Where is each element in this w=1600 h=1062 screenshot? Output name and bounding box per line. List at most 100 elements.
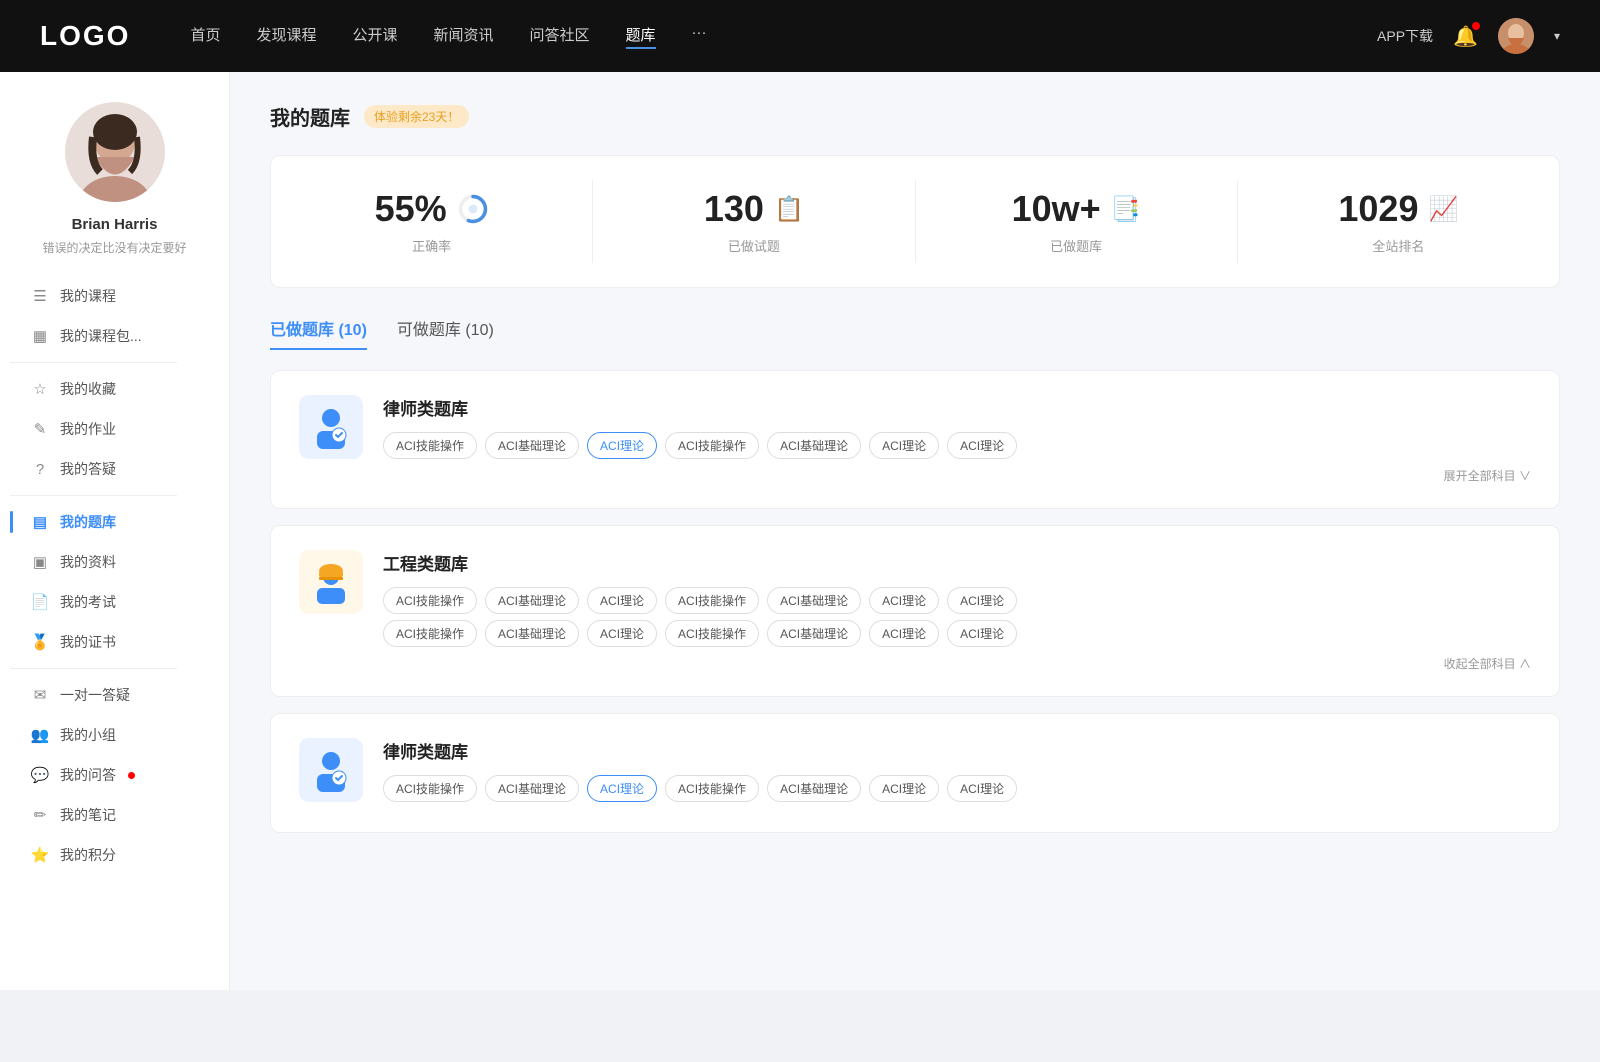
- lawyer-icon-wrap: [299, 395, 363, 459]
- sidebar-divider-3: [10, 668, 177, 669]
- qbank-icon: ▤: [30, 513, 50, 531]
- sidebar-item-points[interactable]: ⭐ 我的积分: [10, 835, 219, 875]
- tag[interactable]: ACI技能操作: [383, 775, 477, 802]
- tag-active[interactable]: ACI理论: [587, 432, 657, 459]
- homework-icon: ✎: [30, 420, 50, 438]
- sidebar-item-label: 我的小组: [60, 725, 116, 745]
- sidebar-item-course-pkg[interactable]: ▦ 我的课程包...: [10, 316, 219, 356]
- main-content: 我的题库 体验剩余23天！ 55% 正确率 130: [230, 72, 1600, 990]
- nav-more[interactable]: ···: [692, 24, 707, 49]
- tag-active[interactable]: ACI理论: [587, 775, 657, 802]
- tag[interactable]: ACI技能操作: [665, 620, 759, 647]
- group-icon: 👥: [30, 726, 50, 744]
- tag[interactable]: ACI理论: [947, 775, 1017, 802]
- sidebar-item-qa[interactable]: 💬 我的问答: [10, 755, 219, 795]
- sidebar-item-label: 我的作业: [60, 419, 116, 439]
- sidebar-item-label: 我的积分: [60, 845, 116, 865]
- sidebar-item-questionbank[interactable]: ▤ 我的题库: [10, 502, 219, 542]
- sidebar-item-notes[interactable]: ✏ 我的笔记: [10, 795, 219, 835]
- sidebar-menu: ☰ 我的课程 ▦ 我的课程包... ☆ 我的收藏 ✎ 我的作业 ? 我的答疑: [0, 276, 229, 875]
- tag[interactable]: ACI技能操作: [383, 432, 477, 459]
- nav-opencourse[interactable]: 公开课: [352, 24, 397, 49]
- sidebar-item-label: 我的考试: [60, 592, 116, 612]
- sidebar-item-label: 我的笔记: [60, 805, 116, 825]
- qbank-content-2: 工程类题库 ACI技能操作 ACI基础理论 ACI理论 ACI技能操作 ACI基…: [383, 550, 1531, 672]
- qbank-content-1: 律师类题库 ACI技能操作 ACI基础理论 ACI理论 ACI技能操作 ACI基…: [383, 395, 1531, 484]
- nav-questionbank[interactable]: 题库: [626, 24, 656, 49]
- avatar[interactable]: [1498, 18, 1534, 54]
- tag[interactable]: ACI技能操作: [383, 620, 477, 647]
- tag[interactable]: ACI基础理论: [767, 432, 861, 459]
- tag[interactable]: ACI理论: [947, 587, 1017, 614]
- tag[interactable]: ACI基础理论: [767, 620, 861, 647]
- stat-label-accuracy: 正确率: [412, 236, 451, 255]
- tag[interactable]: ACI理论: [947, 620, 1017, 647]
- sidebar-item-group[interactable]: 👥 我的小组: [10, 715, 219, 755]
- tags-row-1: ACI技能操作 ACI基础理论 ACI理论 ACI技能操作 ACI基础理论 AC…: [383, 432, 1531, 459]
- collapse-link-2[interactable]: 收起全部科目 ∧: [383, 655, 1531, 672]
- tag[interactable]: ACI理论: [869, 587, 939, 614]
- sidebar-item-courses[interactable]: ☰ 我的课程: [10, 276, 219, 316]
- nav-home[interactable]: 首页: [190, 24, 220, 49]
- tag[interactable]: ACI技能操作: [665, 587, 759, 614]
- navbar-logo: LOGO: [40, 20, 130, 52]
- tag[interactable]: ACI理论: [587, 620, 657, 647]
- sidebar-item-materials[interactable]: ▣ 我的资料: [10, 542, 219, 582]
- circle-progress-icon: [457, 193, 489, 225]
- stat-number-questions: 130: [704, 188, 764, 230]
- exam-icon: 📄: [30, 593, 50, 611]
- sidebar-item-homework[interactable]: ✎ 我的作业: [10, 409, 219, 449]
- tag[interactable]: ACI理论: [869, 775, 939, 802]
- stat-rank: 1029 📈 全站排名: [1238, 180, 1559, 263]
- tag[interactable]: ACI基础理论: [767, 775, 861, 802]
- green-doc-icon: 📋: [774, 195, 804, 224]
- qbank-name-1: 律师类题库: [383, 395, 1531, 420]
- nav-news[interactable]: 新闻资讯: [434, 24, 494, 49]
- tag[interactable]: ACI理论: [947, 432, 1017, 459]
- tag[interactable]: ACI基础理论: [485, 432, 579, 459]
- sidebar-item-1on1[interactable]: ✉ 一对一答疑: [10, 675, 219, 715]
- sidebar-divider: [10, 362, 177, 363]
- tag[interactable]: ACI基础理论: [485, 775, 579, 802]
- sidebar-item-exam[interactable]: 📄 我的考试: [10, 582, 219, 622]
- sidebar-item-label: 我的课程包...: [60, 326, 142, 346]
- stat-top-4: 1029 📈: [1338, 188, 1458, 230]
- expand-link-1[interactable]: 展开全部科目 ∨: [383, 467, 1531, 484]
- dropdown-icon[interactable]: ▾: [1554, 29, 1560, 43]
- qa-icon: 💬: [30, 766, 50, 784]
- stat-done-banks: 10w+ 📑 已做题库: [916, 180, 1238, 263]
- tag[interactable]: ACI理论: [869, 620, 939, 647]
- engineer-svg-icon: [309, 560, 353, 604]
- tag[interactable]: ACI技能操作: [665, 432, 759, 459]
- page-header: 我的题库 体验剩余23天！: [270, 102, 1560, 131]
- tag[interactable]: ACI基础理论: [485, 620, 579, 647]
- app-download-button[interactable]: APP下载: [1377, 26, 1433, 46]
- sidebar-motto: 错误的决定比没有决定要好: [22, 239, 206, 256]
- stat-label-questions: 已做试题: [728, 236, 780, 255]
- qbank-card-1: 律师类题库 ACI技能操作 ACI基础理论 ACI理论 ACI技能操作 ACI基…: [270, 370, 1560, 509]
- sidebar-item-label: 我的收藏: [60, 379, 116, 399]
- tag[interactable]: ACI技能操作: [665, 775, 759, 802]
- sidebar-item-favorites[interactable]: ☆ 我的收藏: [10, 369, 219, 409]
- sidebar-item-questions[interactable]: ? 我的答疑: [10, 449, 219, 489]
- tab-available-banks[interactable]: 可做题库 (10): [397, 316, 494, 350]
- tag[interactable]: ACI理论: [587, 587, 657, 614]
- tag[interactable]: ACI基础理论: [767, 587, 861, 614]
- notification-bell-icon[interactable]: 🔔: [1453, 24, 1478, 49]
- tab-done-banks[interactable]: 已做题库 (10): [270, 316, 367, 350]
- qbank-name-2: 工程类题库: [383, 550, 1531, 575]
- nav-discover[interactable]: 发现课程: [256, 24, 316, 49]
- sidebar-item-cert[interactable]: 🏅 我的证书: [10, 622, 219, 662]
- qbank-header-2: 工程类题库 ACI技能操作 ACI基础理论 ACI理论 ACI技能操作 ACI基…: [299, 550, 1531, 672]
- tag[interactable]: ACI理论: [869, 432, 939, 459]
- tags-row-2a: ACI技能操作 ACI基础理论 ACI理论 ACI技能操作 ACI基础理论 AC…: [383, 587, 1531, 614]
- notification-dot: [1472, 22, 1480, 30]
- tag[interactable]: ACI技能操作: [383, 587, 477, 614]
- tag[interactable]: ACI基础理论: [485, 587, 579, 614]
- cert-icon: 🏅: [30, 633, 50, 651]
- navbar: LOGO 首页 发现课程 公开课 新闻资讯 问答社区 题库 ··· APP下载 …: [0, 0, 1600, 72]
- materials-icon: ▣: [30, 553, 50, 571]
- trial-badge: 体验剩余23天！: [364, 105, 469, 128]
- main-layout: Brian Harris 错误的决定比没有决定要好 ☰ 我的课程 ▦ 我的课程包…: [0, 72, 1600, 990]
- nav-qa[interactable]: 问答社区: [530, 24, 590, 49]
